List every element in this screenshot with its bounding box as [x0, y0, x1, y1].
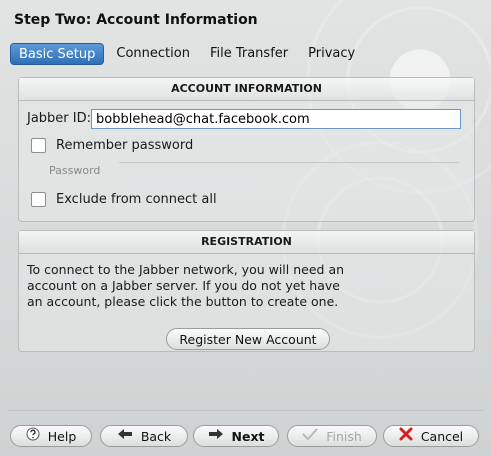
- exclude-connect-all-label: Exclude from connect all: [56, 192, 217, 207]
- exclude-connect-all-box[interactable]: [31, 192, 46, 207]
- tab-basic-setup[interactable]: Basic Setup: [10, 43, 105, 65]
- password-label: Password: [49, 164, 101, 177]
- next-label: Next: [231, 428, 265, 444]
- back-button[interactable]: Back: [100, 425, 188, 447]
- jabber-id-label-text: Jabber ID:: [27, 111, 92, 126]
- remember-password-checkbox[interactable]: Remember password: [31, 138, 193, 153]
- help-icon: [26, 427, 40, 445]
- back-label: Back: [140, 428, 172, 444]
- x-icon: [399, 427, 413, 445]
- footer-divider: [8, 410, 483, 411]
- cancel-button[interactable]: Cancel: [383, 425, 479, 447]
- account-information-panel: ACCOUNT INFORMATION Jabber ID: Remember …: [18, 77, 475, 222]
- help-label: Help: [47, 428, 77, 444]
- remember-password-box[interactable]: [31, 138, 46, 153]
- help-button[interactable]: Help: [10, 425, 92, 447]
- finish-button: Finish: [287, 425, 377, 447]
- check-icon: [302, 428, 318, 444]
- next-button[interactable]: Next: [193, 425, 279, 447]
- arrow-right-icon: [208, 428, 224, 444]
- arrow-left-icon: [117, 428, 133, 444]
- jabber-id-input[interactable]: [91, 109, 461, 129]
- jabber-id-label: Jabber ID:: [27, 111, 91, 126]
- registration-panel: REGISTRATION To connect to the Jabber ne…: [18, 230, 475, 352]
- exclude-connect-all-checkbox[interactable]: Exclude from connect all: [31, 192, 217, 207]
- title-bar: Step Two: Account Information: [0, 0, 491, 40]
- account-information-header: ACCOUNT INFORMATION: [19, 78, 474, 101]
- tab-file-transfer[interactable]: File Transfer: [202, 43, 296, 65]
- tab-connection[interactable]: Connection: [108, 43, 198, 65]
- register-new-account-button[interactable]: Register New Account: [166, 328, 330, 350]
- window-title: Step Two: Account Information: [14, 12, 258, 28]
- registration-description: To connect to the Jabber network, you wi…: [27, 262, 345, 309]
- background-decoration: [0, 0, 491, 456]
- password-field-line: [119, 162, 459, 163]
- tab-privacy[interactable]: Privacy: [300, 43, 363, 65]
- tab-bar: Basic Setup Connection File Transfer Pri…: [10, 43, 367, 65]
- remember-password-label: Remember password: [56, 138, 194, 153]
- cancel-label: Cancel: [420, 428, 464, 444]
- registration-header: REGISTRATION: [19, 231, 474, 254]
- finish-label: Finish: [326, 428, 362, 444]
